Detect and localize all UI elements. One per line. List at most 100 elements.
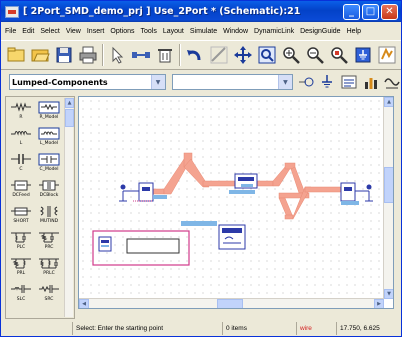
- port-icon[interactable]: [297, 73, 315, 91]
- simulate-icon[interactable]: [377, 44, 398, 66]
- port-2[interactable]: [340, 182, 373, 205]
- menu-options[interactable]: Options: [110, 28, 134, 35]
- canvas-hscroll-thumb[interactable]: [217, 299, 243, 308]
- prl-icon: [11, 258, 31, 269]
- palette-item-l[interactable]: L: [8, 125, 34, 150]
- palette-item-label: SHORT: [13, 219, 29, 224]
- canvas-horizontal-scrollbar[interactable]: ◀ ▶: [79, 298, 384, 308]
- select-icon[interactable]: [107, 44, 128, 66]
- title-bar[interactable]: [ 2Port_SMD_demo_prj ] Use_2Port * (Sche…: [1, 1, 401, 22]
- scroll-up-icon[interactable]: ▲: [384, 97, 393, 107]
- minimize-button[interactable]: _: [343, 3, 360, 20]
- palette-item-src[interactable]: SRC: [36, 281, 62, 306]
- palette-item-slc[interactable]: SLC: [8, 281, 34, 306]
- mutual-inductor-icon: [39, 206, 59, 217]
- palette-item-c[interactable]: C: [8, 151, 34, 176]
- palette-item-l-model[interactable]: L_Model: [36, 125, 62, 150]
- component-palette: R R_Model L L_Model C C_Model DCFeed DCB…: [5, 96, 75, 319]
- palette-item-label: SRC: [44, 297, 54, 302]
- zoom-fit-icon[interactable]: [329, 44, 350, 66]
- var-equation-icon[interactable]: [340, 73, 358, 91]
- palette-item-prlc[interactable]: PRLC: [36, 255, 62, 280]
- palette-item-prc[interactable]: PRC: [36, 229, 62, 254]
- palette-item-label: PRLC: [43, 271, 55, 276]
- menu-simulate[interactable]: Simulate: [190, 28, 217, 35]
- component-select[interactable]: ▼: [171, 74, 293, 90]
- palette-scroll-thumb[interactable]: [65, 109, 74, 127]
- canvas-vscroll-thumb[interactable]: [384, 167, 393, 203]
- new-icon[interactable]: [5, 44, 26, 66]
- chevron-down-icon[interactable]: ▼: [277, 75, 292, 89]
- simulation-block[interactable]: [181, 221, 246, 250]
- src-icon: [39, 285, 59, 293]
- palette-item-dcblock[interactable]: DCBlock: [36, 177, 62, 202]
- schematic-canvas-area: ▲ ▼ ◀ ▶: [78, 96, 394, 309]
- menu-edit[interactable]: Edit: [22, 28, 34, 35]
- menu-layout[interactable]: Layout: [163, 28, 184, 35]
- palette-item-dcfeed[interactable]: DCFeed: [8, 177, 34, 202]
- palette-item-plc[interactable]: PLC: [8, 229, 34, 254]
- menu-bar: File Edit Select View Insert Options Too…: [1, 23, 401, 39]
- palette-item-label: DCFeed: [12, 193, 30, 198]
- measure-icon[interactable]: [208, 44, 229, 66]
- scroll-left-icon[interactable]: ◀: [79, 299, 89, 308]
- menu-select[interactable]: Select: [40, 28, 59, 35]
- palette-item-r-model[interactable]: R_Model: [36, 99, 62, 124]
- menu-window[interactable]: Window: [223, 28, 248, 35]
- menu-help[interactable]: Help: [347, 28, 361, 35]
- capacitor-model-icon: [38, 153, 60, 166]
- menu-designguide[interactable]: DesignGuide: [300, 28, 340, 35]
- palette-item-c-model[interactable]: C_Model: [36, 151, 62, 176]
- window-title: [ 2Port_SMD_demo_prj ] Use_2Port * (Sche…: [23, 6, 301, 17]
- palette-library-value: Lumped-Components: [12, 77, 108, 87]
- ground-icon[interactable]: [319, 73, 337, 91]
- palette-item-r[interactable]: R: [8, 99, 34, 124]
- palette-item-label: PRL: [16, 271, 26, 276]
- save-icon[interactable]: [53, 44, 74, 66]
- menu-tools[interactable]: Tools: [141, 28, 157, 35]
- palette-item-label: L_Model: [39, 141, 59, 146]
- zoom-area-icon[interactable]: [256, 44, 277, 66]
- chevron-down-icon[interactable]: ▼: [150, 75, 165, 89]
- scroll-right-icon[interactable]: ▶: [374, 299, 384, 308]
- canvas-vertical-scrollbar[interactable]: ▲ ▼: [383, 97, 393, 299]
- tune-icon[interactable]: [383, 73, 401, 91]
- app-icon[interactable]: [5, 5, 19, 18]
- resistor-model-icon: [38, 101, 60, 114]
- palette-item-label: SLC: [16, 297, 26, 302]
- schematic-drawing: [92, 152, 373, 266]
- scroll-down-icon[interactable]: ▼: [384, 289, 393, 299]
- prc-icon: [39, 232, 59, 243]
- schematic-canvas[interactable]: [79, 97, 384, 299]
- plc-icon: [11, 232, 31, 243]
- undo-icon[interactable]: [184, 44, 205, 66]
- status-spacer: [1, 322, 73, 335]
- palette-item-prl[interactable]: PRL: [8, 255, 34, 280]
- menu-view[interactable]: View: [66, 28, 81, 35]
- palette-library-select[interactable]: Lumped-Components ▼: [9, 74, 166, 90]
- palette-item-label: DCBlock: [39, 193, 59, 198]
- maximize-button[interactable]: □: [362, 3, 379, 20]
- palette-scrollbar[interactable]: ▲: [64, 98, 74, 317]
- status-item-count: 0 items: [223, 322, 297, 335]
- chart-icon[interactable]: [362, 73, 380, 91]
- close-button[interactable]: ✕: [381, 3, 398, 20]
- menu-dynamiclink[interactable]: DynamicLink: [254, 28, 294, 35]
- palette-item-short[interactable]: SHORT: [8, 203, 34, 228]
- zoom-in-icon[interactable]: [280, 44, 301, 66]
- move-icon[interactable]: [232, 44, 253, 66]
- selection-group[interactable]: [92, 230, 190, 266]
- menu-file[interactable]: File: [5, 28, 16, 35]
- scroll-up-icon[interactable]: ▲: [65, 98, 74, 108]
- delete-icon[interactable]: [155, 44, 176, 66]
- insert-wire-icon[interactable]: [131, 44, 152, 66]
- palette-item-mutind[interactable]: MUTIND: [36, 203, 62, 228]
- toolbar-separator: [178, 44, 181, 66]
- zoom-out-icon[interactable]: [305, 44, 326, 66]
- ground-icon[interactable]: [353, 44, 374, 66]
- open-icon[interactable]: [29, 44, 50, 66]
- print-icon[interactable]: [77, 44, 98, 66]
- menu-insert[interactable]: Insert: [87, 28, 105, 35]
- palette-item-label: L: [19, 141, 23, 146]
- palette-item-label: PLC: [16, 245, 26, 250]
